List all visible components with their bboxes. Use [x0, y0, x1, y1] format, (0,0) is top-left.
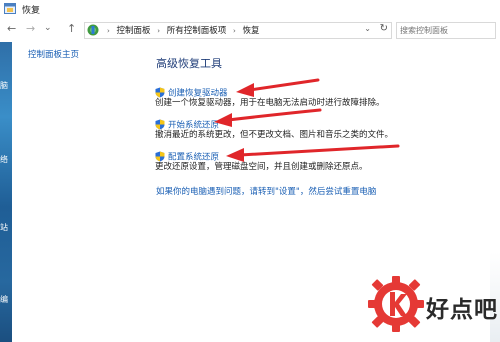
breadcrumb-control-panel[interactable]: 控制面板 [117, 26, 151, 36]
desktop-icon-label[interactable]: 编 [0, 294, 8, 305]
title-bar: 恢复 [0, 0, 500, 19]
watermark-text: 好点吧 [426, 297, 498, 323]
desktop-icon-label[interactable]: 络 [0, 154, 8, 165]
create-recovery-drive-link[interactable]: 创建恢复驱动器 [168, 89, 228, 99]
control-panel-home-link[interactable]: 控制面板主页 [28, 48, 79, 60]
address-bar[interactable]: › 控制面板 › 所有控制面板项 › 恢复 ⌄ ↻ [84, 22, 392, 39]
desktop-icon-label[interactable]: 站 [0, 222, 8, 233]
search-input[interactable] [400, 24, 492, 36]
task-create-recovery-drive: 创建恢复驱动器 创建一个恢复驱动器，用于在电脑无法启动时进行故障排除。 [155, 82, 385, 108]
uac-shield-icon [155, 151, 165, 162]
configure-system-restore-link[interactable]: 配置系统还原 [168, 153, 219, 163]
task-configure-system-restore: 配置系统还原 更改还原设置，管理磁盘空间，并且创建或删除还原点。 [155, 146, 368, 172]
uac-shield-icon [155, 119, 165, 130]
page-title: 高级恢复工具 [156, 57, 222, 70]
desktop-icon-label[interactable]: 脑 [0, 80, 8, 91]
navigation-bar: ← → ⌄ ↑ › 控制面板 › 所有控制面板项 › 恢复 ⌄ ↻ [0, 18, 500, 42]
gear-logo-icon [368, 276, 424, 332]
desktop-background: 脑 络 站 编 [0, 42, 12, 342]
breadcrumb-separator: › [157, 27, 161, 35]
recovery-window-icon [4, 3, 16, 14]
address-dropdown-button[interactable]: ⌄ [364, 24, 371, 33]
reset-pc-help-link[interactable]: 如果你的电脑遇到问题，请转到"设置"，然后尝试重置电脑 [156, 185, 376, 197]
breadcrumb: › 控制面板 › 所有控制面板项 › 恢复 [103, 24, 260, 36]
back-button[interactable]: ← [7, 23, 16, 35]
watermark: 好点吧 [362, 268, 500, 342]
open-system-restore-link[interactable]: 开始系统还原 [168, 121, 219, 131]
forward-button[interactable]: → [26, 23, 35, 35]
search-box[interactable] [396, 22, 496, 39]
refresh-button[interactable]: ↻ [380, 23, 388, 34]
control-panel-icon [87, 24, 99, 36]
left-pane: 控制面板主页 [12, 42, 132, 342]
window-title: 恢复 [22, 6, 41, 16]
breadcrumb-separator: › [107, 27, 110, 35]
up-button[interactable]: ↑ [67, 23, 76, 35]
recovery-window: 恢复 ← → ⌄ ↑ › 控制面板 › 所有控制面板项 › 恢复 ⌄ ↻ 搜索控… [0, 0, 500, 342]
breadcrumb-all-items[interactable]: 所有控制面板项 [167, 26, 227, 36]
breadcrumb-recovery[interactable]: 恢复 [242, 26, 259, 36]
recent-locations-button[interactable]: ⌄ [44, 22, 52, 34]
task-open-system-restore: 开始系统还原 撤消最近的系统更改，但不更改文档、图片和音乐之类的文件。 [155, 114, 393, 140]
breadcrumb-separator: › [232, 27, 236, 35]
uac-shield-icon [155, 87, 165, 98]
